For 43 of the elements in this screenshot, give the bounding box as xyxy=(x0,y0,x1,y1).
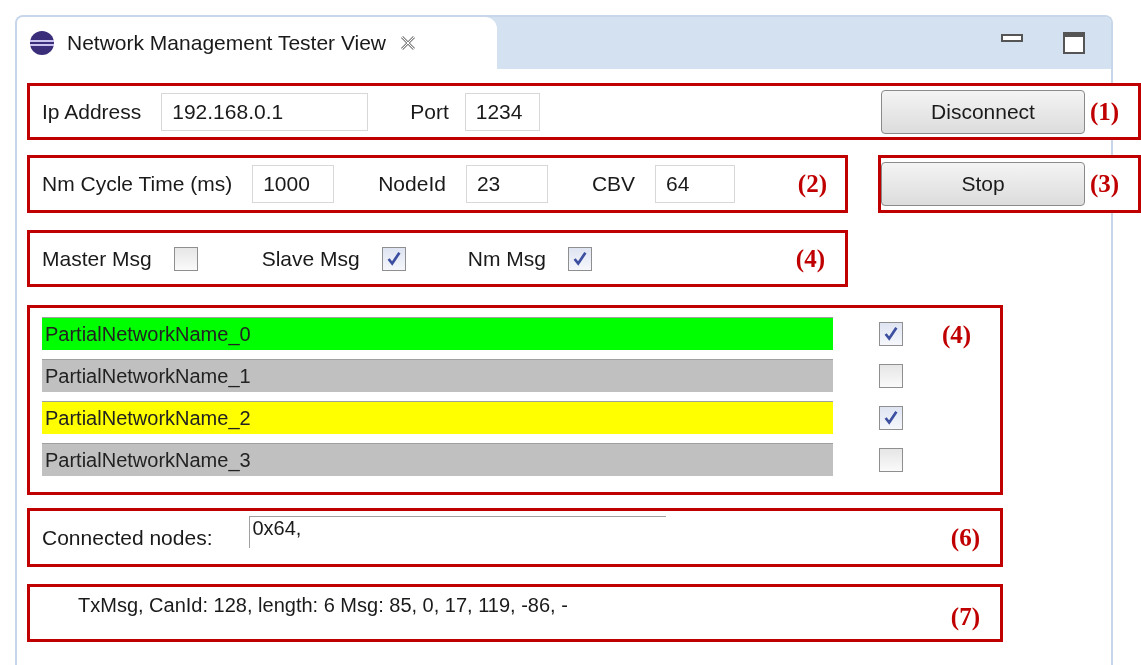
checkbox[interactable] xyxy=(879,363,903,388)
maximize-icon[interactable] xyxy=(1063,32,1085,54)
checkbox-label: Nm Msg xyxy=(467,246,546,271)
stop-button[interactable]: Stop xyxy=(881,162,1085,206)
annotation-label: (3) xyxy=(1090,170,1121,198)
minimize-icon[interactable] xyxy=(1001,34,1023,42)
close-icon[interactable] xyxy=(400,35,417,51)
check-icon xyxy=(882,408,900,427)
annotation-label: (2) xyxy=(797,170,827,198)
port-field[interactable]: 1234 xyxy=(464,92,540,131)
view-tab[interactable]: Network Management Tester View xyxy=(17,17,497,69)
checkbox[interactable] xyxy=(381,246,406,271)
input-field[interactable]: 23 xyxy=(465,165,548,203)
connected-nodes-field: 0x64, xyxy=(249,516,667,548)
checkbox-label: Master Msg xyxy=(42,246,152,271)
annotation-label: (4) xyxy=(942,321,972,349)
port-label: Port xyxy=(410,99,449,124)
checkbox[interactable] xyxy=(879,447,903,472)
annotation-label: (6) xyxy=(950,523,980,552)
input-field[interactable]: 64 xyxy=(655,165,736,203)
field-label: Nm Cycle Time (ms) xyxy=(42,172,233,196)
checkbox[interactable] xyxy=(567,246,592,271)
field-label: CBV xyxy=(591,172,636,196)
annotation-label: (4) xyxy=(795,244,825,273)
checkbox[interactable] xyxy=(879,405,903,430)
input-field[interactable]: 1000 xyxy=(252,165,335,203)
sphere-icon xyxy=(29,30,55,56)
partial-network-bar: PartialNetworkName_3 xyxy=(42,443,833,476)
checkbox[interactable] xyxy=(879,321,903,346)
partial-network-bar: PartialNetworkName_0 xyxy=(42,317,833,350)
check-icon xyxy=(882,324,900,343)
disconnect-button[interactable]: Disconnect xyxy=(881,89,1085,134)
tx-message-text: TxMsg, CanId: 128, length: 6 Msg: 85, 0, 17, 119, -86, - xyxy=(78,594,568,617)
connected-nodes-label: Connected nodes: xyxy=(42,525,213,550)
partial-network-bar: PartialNetworkName_2 xyxy=(42,401,833,434)
checkbox-label: Slave Msg xyxy=(261,246,360,271)
field-label: NodeId xyxy=(378,172,446,196)
checkbox[interactable] xyxy=(173,246,198,271)
annotation-label: (1) xyxy=(1090,97,1121,126)
partial-network-bar: PartialNetworkName_1 xyxy=(42,359,833,392)
ip-address-field[interactable]: 192.168.0.1 xyxy=(161,92,369,131)
ip-address-label: Ip Address xyxy=(42,99,142,124)
annotation-label: (7) xyxy=(950,602,980,631)
